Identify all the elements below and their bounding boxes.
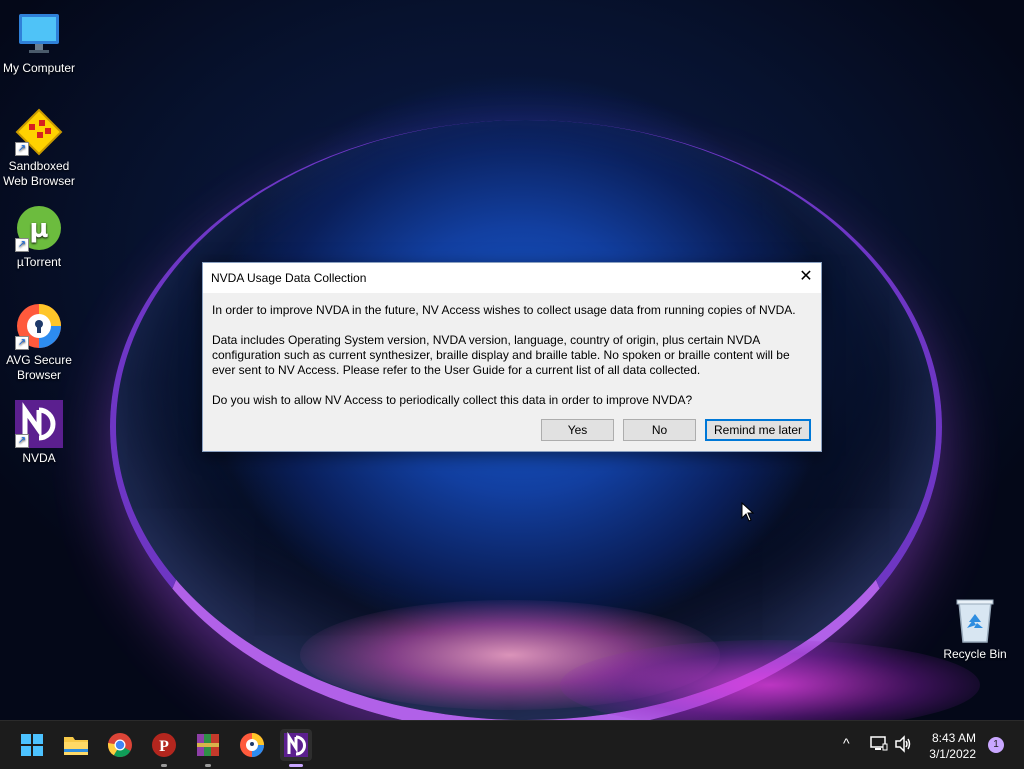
remind-me-later-button[interactable]: Remind me later xyxy=(705,419,811,441)
no-button[interactable]: No xyxy=(623,419,696,441)
taskbar: P ^ 8:43 AM 3/1/2022 1 xyxy=(0,720,1024,769)
desktop-icon-label: µTorrent xyxy=(16,255,62,269)
file-explorer-icon[interactable] xyxy=(60,729,92,761)
dialog-title: NVDA Usage Data Collection xyxy=(211,271,367,285)
close-icon[interactable]: ✕ xyxy=(791,263,821,293)
desktop-icon-label: My Computer xyxy=(2,61,76,75)
nvda-taskbar-icon[interactable] xyxy=(280,729,312,767)
volume-icon[interactable] xyxy=(894,735,912,756)
dialog-titlebar[interactable]: NVDA Usage Data Collection ✕ xyxy=(203,263,821,293)
desktop-icon-recycle-bin[interactable]: Recycle Bin xyxy=(936,596,1014,662)
svg-text:µ: µ xyxy=(29,214,48,244)
notification-badge[interactable]: 1 xyxy=(988,737,1004,753)
system-clock[interactable]: 8:43 AM 3/1/2022 xyxy=(929,730,976,762)
shortcut-arrow-icon: ↗ xyxy=(15,336,29,350)
avg-browser-icon: ↗ xyxy=(15,302,63,350)
desktop-icon-sandboxed-web-browser[interactable]: ↗ Sandboxed Web Browser xyxy=(0,108,78,189)
monitor-icon xyxy=(15,10,63,58)
chevron-up-icon[interactable]: ^ xyxy=(843,735,850,751)
clock-date: 3/1/2022 xyxy=(929,747,976,761)
desktop-icon-label: AVG Secure Browser xyxy=(6,353,72,382)
avg-browser-taskbar-icon[interactable] xyxy=(236,729,268,761)
desktop-icon-label: NVDA xyxy=(22,451,56,465)
clock-time: 8:43 AM xyxy=(931,731,976,745)
mouse-cursor-icon xyxy=(741,502,755,522)
winrar-icon[interactable] xyxy=(192,729,224,767)
usage-data-collection-dialog: NVDA Usage Data Collection ✕ In order to… xyxy=(202,262,822,452)
running-indicator xyxy=(205,764,211,767)
desktop-icon-my-computer[interactable]: My Computer xyxy=(0,10,78,76)
running-indicator xyxy=(161,764,167,767)
dialog-intro-text: In order to improve NVDA in the future, … xyxy=(212,303,796,317)
recycle-bin-icon xyxy=(951,596,999,644)
desktop-icon-nvda[interactable]: ↗ NVDA xyxy=(0,400,78,466)
dialog-details-text: Data includes Operating System version, … xyxy=(212,333,790,377)
desktop-icon-avg-secure-browser[interactable]: ↗ AVG Secure Browser xyxy=(0,302,78,383)
dialog-question-text: Do you wish to allow NV Access to period… xyxy=(212,393,693,407)
nvda-icon: ↗ xyxy=(15,400,63,448)
chrome-icon[interactable] xyxy=(104,729,136,761)
sandbox-browser-icon: ↗ xyxy=(15,108,63,156)
shortcut-arrow-icon: ↗ xyxy=(15,434,29,448)
yes-button[interactable]: Yes xyxy=(541,419,614,441)
wallpaper-glow-secondary xyxy=(560,640,980,720)
desktop-icon-label: Recycle Bin xyxy=(943,647,1007,661)
desktop-icon-utorrent[interactable]: µ ↗ µTorrent xyxy=(0,204,78,270)
active-indicator xyxy=(289,764,303,767)
svg-text:P: P xyxy=(159,738,169,755)
pdf-app-icon[interactable]: P xyxy=(148,729,180,767)
network-icon[interactable] xyxy=(870,735,888,756)
shortcut-arrow-icon: ↗ xyxy=(15,142,29,156)
desktop-icon-label: Sandboxed Web Browser xyxy=(3,159,75,188)
start-icon[interactable] xyxy=(16,729,48,761)
utorrent-icon: µ ↗ xyxy=(15,204,63,252)
shortcut-arrow-icon: ↗ xyxy=(15,238,29,252)
